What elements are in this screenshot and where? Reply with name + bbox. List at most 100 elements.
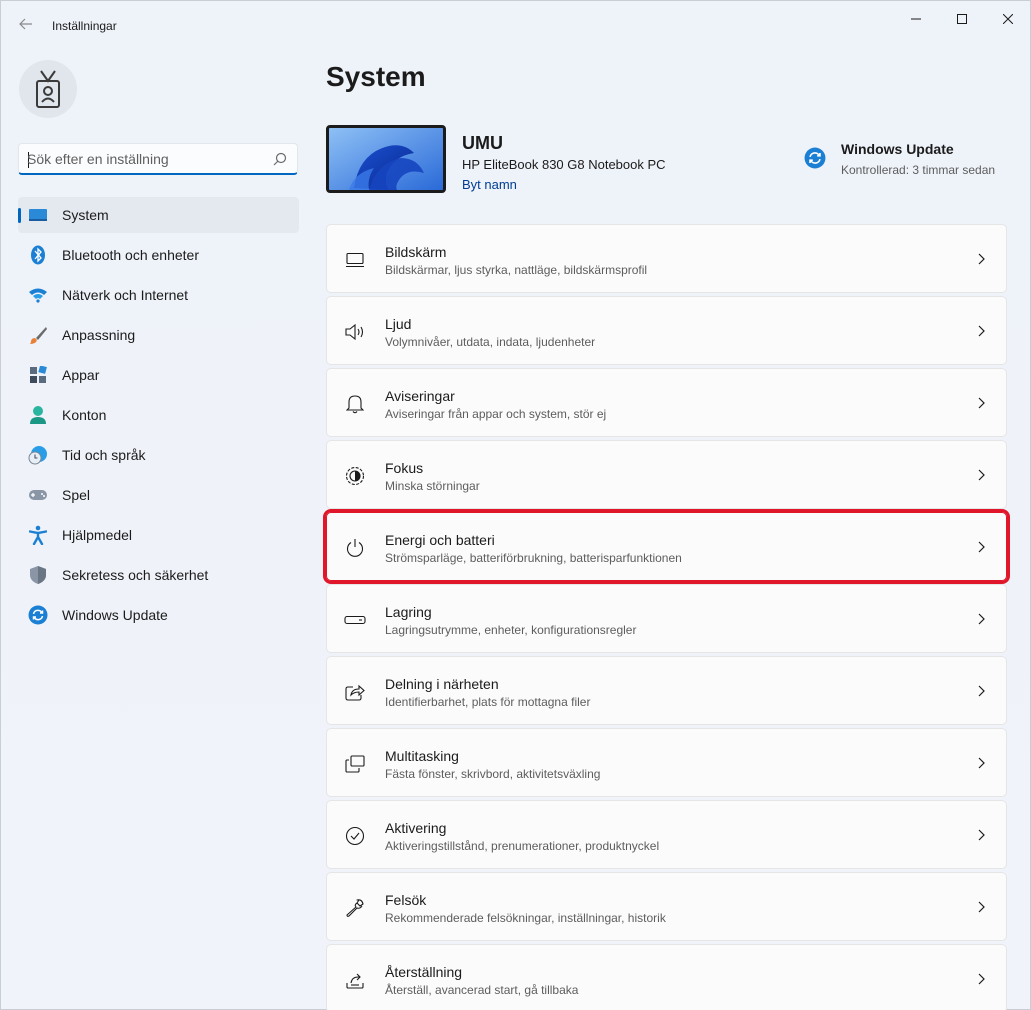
card-recovery[interactable]: Återställning Återställ, avancerad start… xyxy=(326,944,1007,1010)
maximize-button[interactable] xyxy=(939,5,985,33)
sidebar-item-gaming[interactable]: Spel xyxy=(18,477,299,513)
bluetooth-icon xyxy=(28,245,48,265)
sidebar-item-accounts[interactable]: Konton xyxy=(18,397,299,433)
globe-clock-icon xyxy=(28,445,48,465)
search-icon[interactable] xyxy=(273,152,287,166)
card-subtitle: Lagringsutrymme, enheter, konfigurations… xyxy=(385,623,637,637)
accessibility-icon xyxy=(28,525,48,545)
chevron-right-icon xyxy=(978,541,985,553)
card-title: Aktivering xyxy=(385,820,447,836)
card-storage[interactable]: Lagring Lagringsutrymme, enheter, konfig… xyxy=(326,584,1007,653)
close-icon xyxy=(1003,14,1013,24)
apps-icon xyxy=(28,365,48,385)
card-display[interactable]: Bildskärm Bildskärmar, ljus styrka, natt… xyxy=(326,224,1007,293)
sidebar-item-time-language[interactable]: Tid och språk xyxy=(18,437,299,473)
card-subtitle: Rekommenderade felsökningar, inställning… xyxy=(385,911,666,925)
card-subtitle: Fästa fönster, skrivbord, aktivitetsväxl… xyxy=(385,767,601,781)
badge-icon xyxy=(36,70,60,108)
brush-icon xyxy=(28,325,48,345)
card-power-battery[interactable]: Energi och batteri Strömsparläge, batter… xyxy=(323,509,1010,584)
settings-window: Inställningar Syste xyxy=(0,0,1031,1010)
card-subtitle: Bildskärmar, ljus styrka, nattläge, bild… xyxy=(385,263,648,277)
shield-icon xyxy=(28,565,48,585)
maximize-icon xyxy=(957,14,967,24)
card-subtitle: Aktiveringstillstånd, prenumerationer, p… xyxy=(385,839,660,853)
device-name: UMU xyxy=(462,133,503,153)
card-title: Delning i närheten xyxy=(385,676,499,692)
windows-update-title[interactable]: Windows Update xyxy=(841,141,954,157)
arrow-left-icon xyxy=(19,18,32,30)
chevron-right-icon xyxy=(978,397,985,409)
power-icon xyxy=(344,537,366,559)
sidebar-item-bluetooth[interactable]: Bluetooth och enheter xyxy=(18,237,299,273)
card-nearby-sharing[interactable]: Delning i närheten Identifierbarhet, pla… xyxy=(326,656,1007,725)
chevron-right-icon xyxy=(978,325,985,337)
back-button[interactable] xyxy=(13,11,39,37)
sidebar-item-label: Tid och språk xyxy=(62,447,146,463)
card-notifications[interactable]: Aviseringar Aviseringar från appar och s… xyxy=(326,368,1007,437)
card-subtitle: Minska störningar xyxy=(385,479,480,493)
app-title: Inställningar xyxy=(52,19,117,33)
speaker-icon xyxy=(344,321,366,343)
sidebar-item-system[interactable]: System xyxy=(18,197,299,233)
search-box[interactable] xyxy=(18,143,298,175)
card-title: Felsök xyxy=(385,892,427,908)
display-icon xyxy=(344,249,366,271)
chevron-right-icon xyxy=(978,685,985,697)
chevron-right-icon xyxy=(978,829,985,841)
sidebar-item-apps[interactable]: Appar xyxy=(18,357,299,393)
sidebar-item-label: Nätverk och Internet xyxy=(62,287,189,303)
bell-icon xyxy=(344,393,366,415)
card-focus[interactable]: Fokus Minska störningar xyxy=(326,440,1007,509)
chevron-right-icon xyxy=(978,901,985,913)
sidebar-item-label: System xyxy=(62,207,109,223)
card-title: Lagring xyxy=(385,604,432,620)
windows-update-status: Kontrollerad: 3 timmar sedan xyxy=(841,163,996,177)
close-button[interactable] xyxy=(985,5,1031,33)
sidebar-item-label: Hjälpmedel xyxy=(62,527,133,543)
card-subtitle: Aviseringar från appar och system, stör … xyxy=(385,407,607,421)
card-activation[interactable]: Aktivering Aktiveringstillstånd, prenume… xyxy=(326,800,1007,869)
sidebar-item-accessibility[interactable]: Hjälpmedel xyxy=(18,517,299,553)
avatar[interactable] xyxy=(19,60,77,118)
sidebar-item-network[interactable]: Nätverk och Internet xyxy=(18,277,299,313)
title-bar: Inställningar xyxy=(1,1,1030,49)
chevron-right-icon xyxy=(978,757,985,769)
card-sound[interactable]: Ljud Volymnivåer, utdata, indata, ljuden… xyxy=(326,296,1007,365)
chevron-right-icon xyxy=(978,253,985,265)
recovery-icon xyxy=(344,969,366,991)
wrench-icon xyxy=(344,897,366,919)
rename-link[interactable]: Byt namn xyxy=(462,177,517,192)
wifi-icon xyxy=(28,285,48,305)
storage-icon xyxy=(344,609,366,631)
search-input[interactable] xyxy=(27,149,263,169)
sidebar-item-privacy[interactable]: Sekretess och säkerhet xyxy=(18,557,299,593)
device-model: HP EliteBook 830 G8 Notebook PC xyxy=(462,157,666,172)
sidebar-nav: System Bluetooth och enheter Nätverk och… xyxy=(18,197,299,637)
sidebar-item-windows-update[interactable]: Windows Update xyxy=(18,597,299,633)
card-title: Multitasking xyxy=(385,748,459,764)
card-title: Fokus xyxy=(385,460,424,476)
card-title: Energi och batteri xyxy=(385,532,495,548)
wallpaper-image xyxy=(329,128,443,190)
card-title: Aviseringar xyxy=(385,388,455,404)
card-multitasking[interactable]: Multitasking Fästa fönster, skrivbord, a… xyxy=(326,728,1007,797)
card-title: Återställning xyxy=(385,964,463,980)
minimize-button[interactable] xyxy=(893,5,939,33)
chevron-right-icon xyxy=(978,973,985,985)
windows-update-status-icon[interactable] xyxy=(804,147,826,169)
person-icon xyxy=(28,405,48,425)
card-subtitle: Strömsparläge, batteriförbrukning, batte… xyxy=(385,551,682,565)
card-title: Ljud xyxy=(385,316,412,332)
gamepad-icon xyxy=(28,485,48,505)
chevron-right-icon xyxy=(978,469,985,481)
card-title: Bildskärm xyxy=(385,244,447,260)
check-circle-icon xyxy=(344,825,366,847)
sidebar-item-personalization[interactable]: Anpassning xyxy=(18,317,299,353)
multitask-icon xyxy=(344,753,366,775)
card-troubleshoot[interactable]: Felsök Rekommenderade felsökningar, inst… xyxy=(326,872,1007,941)
sidebar-item-label: Appar xyxy=(62,367,100,383)
monitor-icon xyxy=(28,205,48,225)
sidebar-item-label: Sekretess och säkerhet xyxy=(62,567,209,583)
sidebar-item-label: Windows Update xyxy=(62,607,168,623)
